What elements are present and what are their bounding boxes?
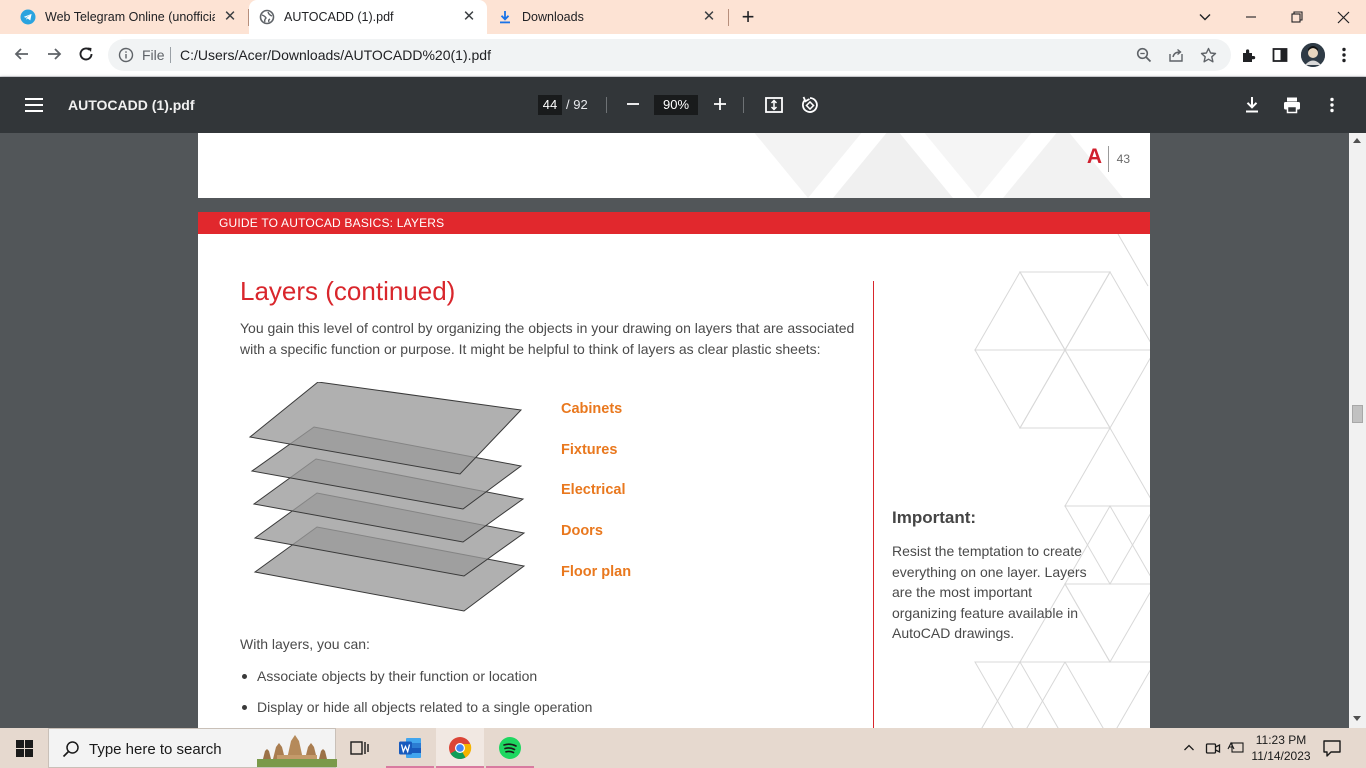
tab-divider (728, 9, 729, 26)
zoom-icon[interactable] (1135, 46, 1153, 64)
windows-taskbar: Type here to search 11:23 PM 11/14/2023 (0, 728, 1366, 768)
address-bar[interactable]: File C:/Users/Acer/Downloads/AUTOCADD%20… (108, 39, 1231, 71)
layer-stack-illustration (248, 382, 526, 612)
layer-label-electrical: Electrical (561, 482, 626, 498)
scroll-down-arrow-icon[interactable] (1353, 716, 1361, 721)
close-window-button[interactable] (1320, 0, 1366, 34)
layer-label-doors: Doors (561, 523, 603, 539)
url-text[interactable]: C:/Users/Acer/Downloads/AUTOCADD%20(1).p… (180, 47, 491, 63)
scheme-label: File (142, 47, 165, 63)
search-icon (61, 739, 81, 759)
close-tab-icon[interactable]: ✕ (701, 9, 717, 25)
zoom-level-input[interactable]: 90% (654, 95, 698, 115)
bullet-dot (242, 704, 247, 710)
back-button[interactable] (8, 40, 36, 68)
more-menu-icon[interactable] (1333, 44, 1355, 66)
page-number-input[interactable]: 44 (538, 95, 562, 115)
layer-label-fixtures: Fixtures (561, 442, 618, 458)
page-total: / 92 (566, 97, 588, 112)
windows-start-icon[interactable] (0, 728, 48, 768)
bullet-text: Associate objects by their function or l… (257, 668, 538, 684)
tab-strip: Web Telegram Online (unofficial) ✕ AUTOC… (0, 0, 1366, 34)
bullet-item: Display or hide all objects related to a… (240, 699, 592, 715)
spotify-app-icon[interactable] (486, 728, 534, 768)
clock-date: 11/14/2023 (1251, 749, 1311, 763)
page-number-divider (1108, 146, 1109, 172)
minimize-button[interactable] (1228, 0, 1274, 34)
bookmark-star-icon[interactable] (1199, 46, 1217, 64)
decorative-triangle-pattern (974, 234, 1150, 728)
zoom-in-button[interactable] (709, 93, 731, 115)
bullet-dot (242, 673, 247, 679)
task-view-icon[interactable] (336, 728, 384, 768)
hamburger-menu-icon[interactable] (22, 93, 46, 117)
meet-now-icon[interactable] (1202, 728, 1224, 768)
search-highlight-temple-icon (257, 735, 337, 767)
system-clock[interactable]: 11:23 PM 11/14/2023 (1245, 732, 1317, 764)
show-hidden-icons-chevron-icon[interactable] (1178, 728, 1200, 768)
side-panel-icon[interactable] (1269, 44, 1291, 66)
taskbar-search-box[interactable]: Type here to search (48, 728, 337, 768)
forward-button[interactable] (40, 40, 68, 68)
important-heading: Important: (892, 508, 977, 527)
download-icon (497, 9, 513, 25)
input-language-icon[interactable] (1225, 728, 1247, 768)
toolbar-divider (743, 97, 744, 113)
toolbar-divider (606, 97, 607, 113)
autocad-logo: A (1086, 145, 1102, 168)
fit-page-icon[interactable] (762, 93, 786, 117)
scroll-up-arrow-icon[interactable] (1353, 138, 1361, 143)
address-divider (170, 47, 171, 63)
pdf-title: AUTOCADD (1).pdf (68, 97, 195, 113)
extensions-icon[interactable] (1237, 44, 1259, 66)
important-body: Resist the temptation to create everythi… (892, 543, 1087, 641)
tab-search-chevron-icon[interactable] (1182, 0, 1228, 34)
chrome-app-icon[interactable] (436, 728, 484, 768)
word-app-icon[interactable] (386, 728, 434, 768)
reload-button[interactable] (72, 40, 100, 68)
close-tab-icon[interactable]: ✕ (461, 9, 477, 25)
new-tab-button[interactable]: + (737, 6, 759, 29)
download-pdf-icon[interactable] (1240, 93, 1264, 117)
close-tab-icon[interactable]: ✕ (222, 9, 238, 25)
globe-icon (259, 9, 275, 25)
tab-autocadd-pdf[interactable]: AUTOCADD (1).pdf ✕ (249, 0, 487, 34)
scrollbar-thumb[interactable] (1352, 405, 1363, 423)
share-icon[interactable] (1167, 46, 1185, 64)
tab-downloads[interactable]: Downloads ✕ (487, 0, 727, 34)
pdf-viewer[interactable]: A 43 GUIDE TO AUTOCAD BASICS: LAYERS Lay… (0, 133, 1366, 728)
print-icon[interactable] (1280, 93, 1304, 117)
page-heading: Layers (continued) (240, 276, 456, 306)
viewer-scrollbar[interactable] (1349, 133, 1366, 728)
layer-label-cabinets: Cabinets (561, 401, 623, 417)
info-icon[interactable] (118, 47, 134, 63)
column-divider (873, 281, 874, 728)
intro-paragraph: You gain this level of control by organi… (240, 320, 855, 357)
bullet-item: Associate objects by their function or l… (240, 668, 537, 684)
bullet-text: Display or hide all objects related to a… (257, 699, 593, 715)
tab-title: Downloads (522, 10, 584, 24)
layer-label-floor-plan: Floor plan (561, 564, 632, 580)
pdf-toolbar: AUTOCADD (1).pdf 44 / 92 90% (0, 77, 1366, 133)
pdf-more-icon[interactable] (1320, 93, 1344, 117)
profile-avatar[interactable] (1301, 43, 1325, 67)
pdf-page: GUIDE TO AUTOCAD BASICS: LAYERS Layers (… (198, 212, 1150, 728)
clock-time: 11:23 PM (1255, 733, 1307, 747)
notification-center-icon[interactable] (1322, 738, 1342, 758)
section-header-bar: GUIDE TO AUTOCAD BASICS: LAYERS (198, 212, 1150, 234)
tab-title: Web Telegram Online (unofficial) (45, 10, 215, 24)
tab-telegram[interactable]: Web Telegram Online (unofficial) ✕ (10, 0, 248, 34)
zoom-out-button[interactable] (622, 93, 644, 115)
restore-button[interactable] (1274, 0, 1320, 34)
telegram-icon (20, 9, 36, 25)
rotate-icon[interactable] (798, 93, 822, 117)
page-number: 43 (1116, 152, 1130, 166)
section-header-text: GUIDE TO AUTOCAD BASICS: LAYERS (219, 216, 445, 230)
with-layers-text: With layers, you can: (240, 636, 370, 652)
search-placeholder: Type here to search (89, 741, 222, 758)
tab-title: AUTOCADD (1).pdf (284, 10, 394, 24)
browser-toolbar: File C:/Users/Acer/Downloads/AUTOCADD%20… (0, 34, 1366, 77)
previous-page: A 43 (198, 133, 1150, 198)
